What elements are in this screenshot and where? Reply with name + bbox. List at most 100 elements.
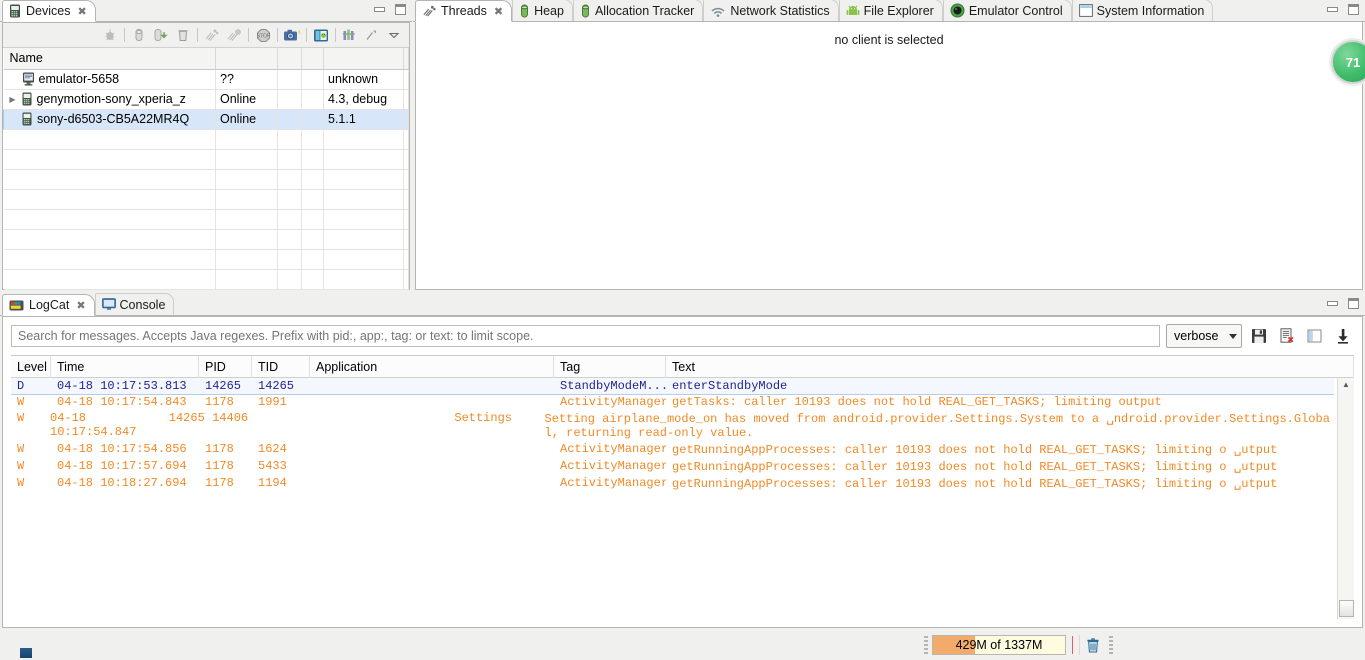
- maximize-button[interactable]: [1346, 2, 1361, 16]
- table-row[interactable]: emulator-5658 ?? unknown: [3, 69, 409, 90]
- drag-grip[interactable]: [1109, 636, 1113, 654]
- maximize-button[interactable]: [393, 2, 408, 16]
- device-build-cell: 5.1.1: [323, 109, 404, 130]
- tab-heap-label: Heap: [534, 3, 564, 18]
- table-row[interactable]: W 04-18 10:17:57.694 1178 5433 ActivityM…: [11, 458, 1334, 475]
- log-application: [253, 410, 448, 412]
- file-explorer-icon: [846, 4, 860, 18]
- tab-threads-label: Threads: [441, 4, 487, 18]
- tab-network-statistics[interactable]: Network Statistics: [703, 0, 839, 21]
- column-header-name[interactable]: Name: [3, 48, 216, 70]
- tab-devices[interactable]: Devices ✖: [2, 0, 96, 22]
- column-header-tid[interactable]: TID: [252, 355, 310, 378]
- table-row[interactable]: W 04-18 10:17:54.847 14265 14406 Setting…: [11, 410, 1334, 441]
- view-menu-icon[interactable]: [383, 25, 405, 45]
- scroll-lock-icon[interactable]: [1332, 325, 1354, 347]
- column-header-application[interactable]: Application: [310, 355, 554, 378]
- trash-icon[interactable]: [1079, 635, 1105, 655]
- log-text: getRunningAppProcesses: caller 10193 doe…: [672, 477, 1278, 491]
- tab-console[interactable]: Console: [94, 293, 175, 315]
- column-header-text[interactable]: Text: [666, 355, 1354, 378]
- column-header-tag[interactable]: Tag: [554, 355, 666, 378]
- screen-capture-icon[interactable]: [281, 25, 303, 45]
- cause-gc-icon[interactable]: [172, 25, 194, 45]
- drag-grip[interactable]: [924, 636, 928, 654]
- display-saved-filters-icon[interactable]: [1304, 325, 1326, 347]
- scroll-up-icon[interactable]: ▲: [1342, 378, 1350, 391]
- devices-toolbar: STOP: [3, 23, 409, 48]
- logcat-table-header: Level Time PID TID Application Tag Text: [11, 355, 1354, 378]
- tab-allocation-tracker[interactable]: Allocation Tracker: [572, 0, 704, 21]
- logcat-scrollbar[interactable]: ▲: [1337, 378, 1354, 619]
- minimize-button[interactable]: [372, 2, 387, 16]
- log-text: Setting airplane_mode_on has moved from …: [544, 412, 1330, 440]
- debug-process-icon[interactable]: [99, 25, 121, 45]
- column-header-2[interactable]: [215, 48, 278, 70]
- update-threads-icon[interactable]: [201, 25, 223, 45]
- tab-emulator-control[interactable]: Emulator Control: [942, 0, 1072, 21]
- tab-system-information-label: System Information: [1096, 3, 1205, 18]
- logcat-window-buttons: [1325, 296, 1361, 310]
- maximize-button[interactable]: [1346, 296, 1361, 310]
- devices-table: Name emulator-5658 ?? unknown ▶ genymoti…: [3, 48, 409, 290]
- column-header-time[interactable]: Time: [51, 355, 199, 378]
- column-header-pid[interactable]: PID: [199, 355, 252, 378]
- tab-file-explorer[interactable]: File Explorer: [838, 0, 943, 21]
- dump-view-hierarchy-icon[interactable]: [310, 25, 332, 45]
- column-header-6[interactable]: [403, 48, 409, 70]
- log-text: getRunningAppProcesses: caller 10193 doe…: [672, 443, 1278, 457]
- table-row[interactable]: D 04-18 10:17:53.813 14265 14265 Standby…: [11, 378, 1334, 395]
- reset-adb-icon[interactable]: [361, 25, 383, 45]
- logcat-tabbar: LogCat ✖ Console: [0, 293, 1365, 316]
- close-icon[interactable]: ✖: [76, 299, 85, 312]
- dump-hprof-icon[interactable]: [150, 25, 172, 45]
- table-row[interactable]: W 04-18 10:17:54.856 1178 1624 ActivityM…: [11, 441, 1334, 458]
- log-application: [310, 394, 554, 396]
- table-row-empty: [3, 249, 409, 270]
- close-icon[interactable]: ✖: [494, 5, 503, 18]
- log-tid: 14406: [212, 411, 249, 425]
- start-method-profiling-icon[interactable]: [223, 25, 245, 45]
- logcat-icon: [9, 299, 25, 312]
- table-row-empty: [3, 209, 409, 230]
- stop-process-icon[interactable]: STOP: [252, 25, 274, 45]
- table-row[interactable]: ▶ genymotion-sony_xperia_z Online 4.3, d…: [3, 89, 409, 110]
- device-col3-cell: [277, 89, 302, 110]
- tab-devices-label: Devices: [26, 4, 71, 18]
- update-heap-icon[interactable]: [128, 25, 150, 45]
- clear-log-icon[interactable]: [1276, 325, 1298, 347]
- chevron-down-icon: [1229, 333, 1237, 339]
- log-pid: 1178: [205, 476, 234, 490]
- device-col6-cell: [403, 89, 409, 110]
- minimize-button[interactable]: [1325, 296, 1340, 310]
- close-icon[interactable]: ✖: [77, 5, 86, 18]
- log-level-select[interactable]: verbose: [1166, 324, 1242, 348]
- systrace-icon[interactable]: [339, 25, 361, 45]
- column-header-3[interactable]: [277, 48, 302, 70]
- tab-threads[interactable]: Threads ✖: [415, 0, 513, 22]
- chevron-right-icon[interactable]: ▶: [8, 95, 18, 104]
- table-row[interactable]: sony-d6503-CB5A22MR4Q Online 5.1.1: [3, 109, 409, 130]
- column-header-4[interactable]: [301, 48, 324, 70]
- tab-heap[interactable]: Heap: [512, 0, 573, 21]
- table-row[interactable]: W 04-18 10:17:54.843 1178 1991 ActivityM…: [11, 394, 1334, 410]
- device-name-label: sony-d6503-CB5A22MR4Q: [37, 112, 190, 126]
- search-input[interactable]: [11, 325, 1160, 347]
- device-col6-cell: [403, 109, 409, 130]
- table-row[interactable]: W 04-18 10:18:27.694 1178 1194 ActivityM…: [11, 475, 1334, 492]
- log-pid: 1178: [205, 442, 234, 456]
- scrollbar-thumb[interactable]: [1338, 600, 1354, 617]
- tab-system-information[interactable]: System Information: [1071, 0, 1214, 21]
- emulator-control-icon: [950, 3, 965, 18]
- device-col6-cell: [403, 69, 409, 90]
- column-header-level[interactable]: Level: [11, 355, 51, 378]
- table-row-empty: [3, 269, 409, 290]
- column-header-5[interactable]: [323, 48, 404, 70]
- tab-logcat[interactable]: LogCat ✖: [2, 294, 95, 316]
- device-icon: [22, 92, 33, 106]
- heap-usage-bar[interactable]: 429M of 1337M: [932, 635, 1066, 655]
- save-log-icon[interactable]: [1248, 325, 1270, 347]
- log-tag: ActivityManager: [560, 395, 666, 409]
- minimize-button[interactable]: [1325, 2, 1340, 16]
- device-col3-cell: [277, 69, 302, 90]
